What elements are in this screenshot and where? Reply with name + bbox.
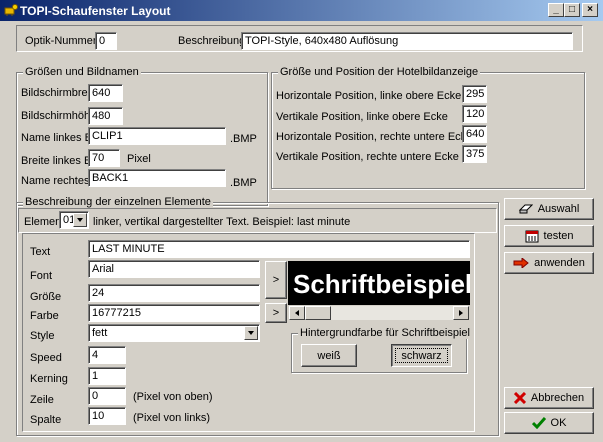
optik-input[interactable]: 0 [95, 32, 117, 50]
breite-links-input[interactable]: 70 [88, 149, 120, 167]
element-description: linker, vertikal dargestellter Text. Bei… [93, 216, 351, 228]
ok-label: OK [550, 417, 567, 429]
hotel-group-title: Größe und Position der Hotelbildanzeige [278, 66, 481, 78]
weiss-button[interactable]: weiß [301, 344, 357, 367]
pixel-label: Pixel [127, 153, 151, 165]
app-icon [4, 4, 18, 16]
text-label: Text [30, 246, 51, 258]
h2-input[interactable]: 640 [462, 125, 487, 143]
scroll-left-button[interactable] [289, 306, 305, 320]
minimize-button[interactable]: _ [548, 3, 564, 17]
optik-label: Optik-Nummer [25, 35, 97, 47]
beschreibung-input[interactable]: TOPI-Style, 640x480 Auflösung [241, 32, 573, 50]
sizes-group-title: Größen und Bildnamen [23, 66, 141, 78]
kerning-label: Kerning [30, 373, 68, 385]
name-links-input[interactable]: CLIP1 [88, 127, 226, 145]
v1-label: Vertikale Position, linke obere Ecke [276, 111, 448, 123]
hoehe-input[interactable]: 480 [88, 107, 123, 125]
ext-links: .BMP [230, 133, 257, 145]
h1-label: Horizontale Position, linke obere Ecke [276, 90, 462, 102]
anwenden-label: anwenden [534, 257, 585, 269]
breite-input[interactable]: 640 [88, 84, 123, 102]
testen-button[interactable]: testen [504, 225, 594, 247]
arrow-right-icon [513, 258, 529, 268]
maximize-button[interactable]: □ [564, 3, 580, 17]
spalte-hint: (Pixel von links) [133, 412, 211, 424]
text-input[interactable]: LAST MINUTE [88, 240, 470, 258]
h2-label: Horizontale Position, rechte untere Ecke [276, 131, 473, 143]
name-rechts-input[interactable]: BACK1 [88, 169, 226, 187]
hoehe-label: Bildschirmhöhe [21, 110, 97, 122]
v2-label: Vertikale Position, rechte untere Ecke [276, 151, 459, 163]
font-input[interactable]: Arial [88, 260, 260, 278]
style-label: Style [30, 330, 55, 342]
testen-label: testen [543, 230, 574, 242]
preview-scrollbar[interactable] [288, 305, 470, 321]
style-select-value: fett [92, 327, 108, 339]
ok-button[interactable]: OK [504, 412, 594, 434]
window-title: TOPI-Schaufenster Layout [20, 4, 171, 18]
style-select[interactable]: fett [88, 324, 260, 342]
schwarz-button[interactable]: schwarz [391, 344, 452, 367]
scroll-right-button[interactable] [453, 306, 469, 320]
style-dropdown-button[interactable] [244, 326, 258, 340]
cancel-x-icon [513, 392, 526, 404]
title-bar: TOPI-Schaufenster Layout _ □ × [0, 0, 603, 21]
auswahl-label: Auswahl [537, 203, 580, 215]
eraser-icon [518, 204, 533, 214]
arrow-left-icon [295, 310, 299, 316]
font-picker-button[interactable]: > [265, 261, 287, 299]
beschreibung-label: Beschreibung [178, 35, 246, 47]
spalte-label: Spalte [30, 414, 62, 426]
h1-input[interactable]: 295 [462, 85, 487, 103]
zeile-input[interactable]: 0 [88, 387, 126, 405]
abbrechen-button[interactable]: Abbrechen [504, 387, 594, 409]
kerning-input[interactable]: 1 [88, 367, 126, 385]
chevron-down-icon [77, 218, 83, 222]
dialog-client: Optik-Nummer 0 Beschreibung TOPI-Style, … [6, 21, 597, 442]
checkmark-icon [531, 417, 546, 429]
speed-input[interactable]: 4 [88, 346, 126, 364]
farbe-label: Farbe [30, 310, 59, 322]
bg-color-title: Hintergrundfarbe für Schriftbeispiel [298, 327, 472, 339]
v2-input[interactable]: 375 [462, 145, 487, 163]
groesse-input[interactable]: 24 [88, 284, 260, 302]
abbrechen-label: Abbrechen [530, 392, 585, 404]
elements-group-title: Beschreibung der einzelnen Elemente [23, 196, 213, 208]
zeile-hint: (Pixel von oben) [133, 391, 213, 403]
v1-input[interactable]: 120 [462, 105, 487, 123]
font-label: Font [30, 270, 53, 282]
close-button[interactable]: × [582, 3, 598, 17]
auswahl-button[interactable]: Auswahl [504, 198, 594, 220]
scroll-thumb[interactable] [305, 306, 331, 320]
font-preview: Schriftbeispiel [288, 261, 470, 305]
farbe-input[interactable]: 16777215 [88, 304, 260, 322]
calendar-icon [525, 230, 539, 242]
arrow-right-icon [459, 310, 463, 316]
groesse-label: Größe [30, 291, 62, 303]
anwenden-button[interactable]: anwenden [504, 252, 594, 274]
chevron-down-icon [248, 331, 254, 335]
ext-rechts: .BMP [230, 177, 257, 189]
spalte-input[interactable]: 10 [88, 407, 126, 425]
element-select[interactable]: 01 [59, 211, 89, 229]
color-picker-button[interactable]: > [265, 303, 287, 323]
speed-label: Speed [30, 352, 62, 364]
element-dropdown-button[interactable] [73, 213, 87, 227]
zeile-label: Zeile [30, 394, 54, 406]
